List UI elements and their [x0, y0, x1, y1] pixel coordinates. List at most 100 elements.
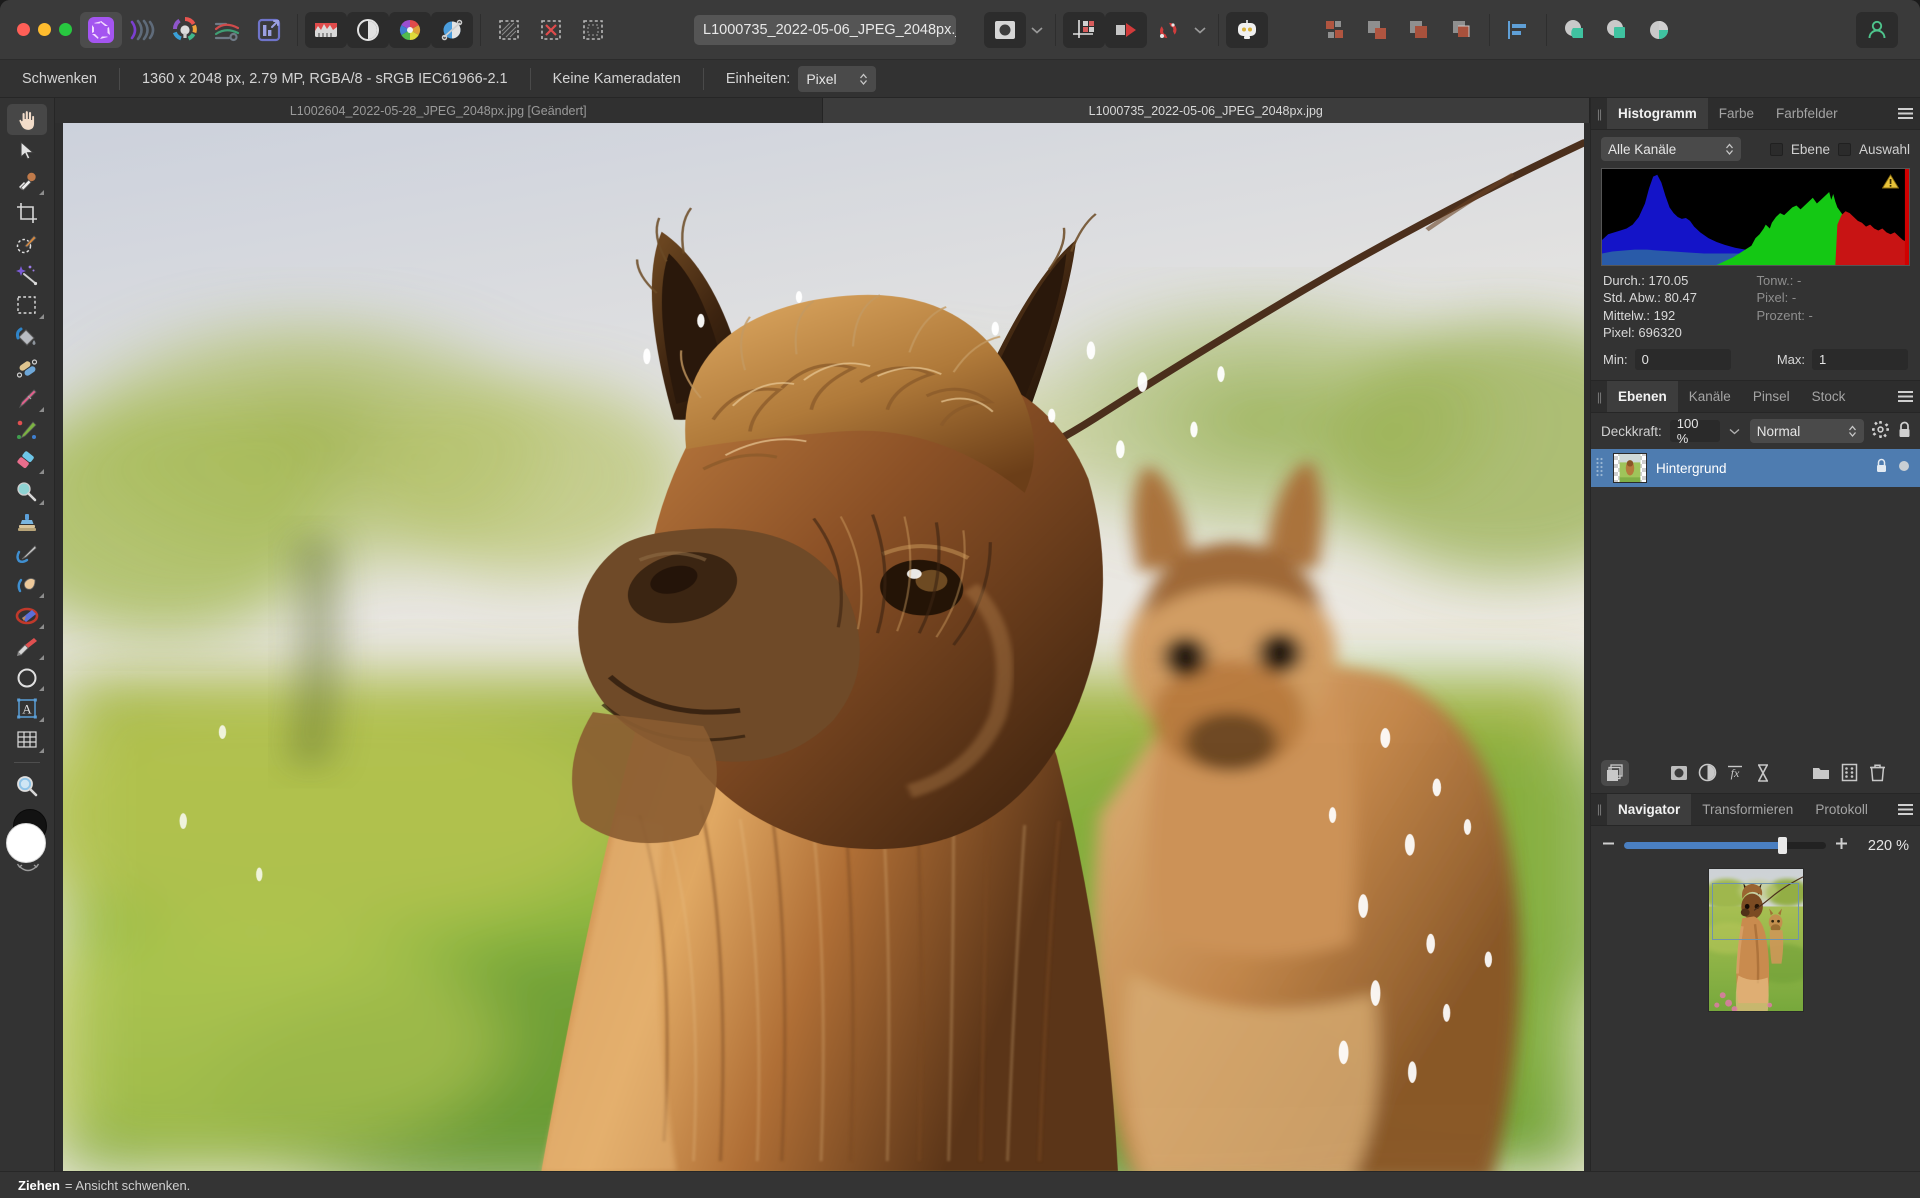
blur-tool[interactable] [7, 476, 47, 507]
clipping-warning-icon[interactable] [1882, 174, 1899, 189]
document-tab-2[interactable]: L1000735_2022-05-06_JPEG_2048px.jpg [822, 98, 1590, 123]
adjustment-icon[interactable] [347, 11, 389, 48]
pen-tool[interactable] [7, 631, 47, 662]
add-effects-icon[interactable]: fx [1721, 760, 1749, 786]
channel-select[interactable]: Alle Kanäle [1601, 137, 1741, 161]
foreground-color-swatch[interactable] [6, 823, 46, 863]
user-account-icon[interactable] [1856, 11, 1898, 48]
panel-grip-icon[interactable]: || [1591, 794, 1607, 825]
flood-fill-tool[interactable] [7, 321, 47, 352]
histogram-graph[interactable] [1601, 168, 1910, 266]
panel-grip-icon[interactable]: || [1591, 98, 1607, 129]
tab-stock[interactable]: Stock [1801, 381, 1857, 412]
text-frame-tool[interactable]: A [7, 693, 47, 724]
layers-list[interactable]: Hintergrund [1591, 449, 1920, 753]
tab-farbfelder[interactable]: Farbfelder [1765, 98, 1849, 129]
units-select[interactable]: Pixel [798, 65, 876, 92]
document-name-field[interactable]: L1000735_2022-05-06_JPEG_2048px.jpg (: [694, 14, 956, 45]
move-to-front-icon[interactable] [1105, 11, 1147, 48]
boolean-xor-icon[interactable] [1638, 12, 1680, 48]
zoom-tool[interactable] [7, 770, 47, 801]
min-input[interactable]: 0 [1634, 349, 1731, 371]
layer-visibility-dot-icon[interactable] [1897, 459, 1911, 478]
snapping-chevron-down-icon[interactable] [1189, 13, 1211, 47]
max-input[interactable]: 1 [1812, 349, 1908, 371]
tab-transformieren[interactable]: Transformieren [1691, 794, 1804, 825]
blend-mode-select[interactable]: Normal [1749, 419, 1864, 444]
boolean-subtract-icon[interactable] [1596, 12, 1638, 48]
layer-checkbox[interactable] [1769, 142, 1783, 156]
color-picker-tool[interactable] [7, 166, 47, 197]
magic-wand-tool[interactable] [7, 259, 47, 290]
tab-navigator[interactable]: Navigator [1607, 793, 1692, 825]
zoom-button[interactable] [59, 23, 72, 36]
color-wheel-icon[interactable] [389, 11, 431, 48]
boolean-union-icon[interactable] [1554, 12, 1596, 48]
gear-icon[interactable] [1872, 421, 1889, 441]
move-tool[interactable] [7, 135, 47, 166]
add-group-icon[interactable] [1807, 760, 1835, 786]
export-persona-icon[interactable] [248, 12, 290, 48]
add-adjustment-icon[interactable] [1693, 760, 1721, 786]
tab-farbe[interactable]: Farbe [1708, 98, 1765, 129]
tone-mapping-persona-icon[interactable] [206, 12, 248, 48]
navigator-thumbnail[interactable] [1707, 867, 1804, 1012]
marquee-tool[interactable] [7, 290, 47, 321]
gradient-tool[interactable] [7, 352, 47, 383]
geometry-subtract-icon[interactable] [1356, 12, 1398, 48]
invert-selection-icon[interactable] [572, 12, 614, 48]
canvas-viewport[interactable] [55, 123, 1590, 1171]
swap-colors-icon[interactable] [16, 863, 40, 875]
navigator-preview[interactable] [1591, 859, 1920, 1171]
color-swatches[interactable] [4, 809, 50, 872]
live-filter-icon[interactable] [431, 11, 473, 48]
dodge-burn-tool[interactable] [7, 569, 47, 600]
opacity-input[interactable]: 100 % [1669, 416, 1720, 446]
develop-persona-icon[interactable] [164, 12, 206, 48]
snapshot-icon[interactable] [984, 11, 1026, 48]
selection-checkbox[interactable] [1837, 142, 1851, 156]
add-pixel-layer-icon[interactable] [1835, 760, 1863, 786]
selection-brush-tool[interactable] [7, 228, 47, 259]
assistant-robot-icon[interactable] [1226, 11, 1268, 48]
clone-stamp-tool[interactable] [7, 507, 47, 538]
tab-kanaele[interactable]: Kanäle [1678, 381, 1742, 412]
zoom-slider[interactable] [1624, 835, 1826, 857]
color-replacement-tool[interactable] [7, 414, 47, 445]
hamburger-menu-icon[interactable] [1890, 381, 1920, 412]
hamburger-menu-icon[interactable] [1890, 98, 1920, 129]
document-tab-1[interactable]: L1002604_2022-05-28_JPEG_2048px.jpg [Geä… [55, 98, 823, 123]
photo-persona-icon[interactable] [80, 11, 122, 48]
tab-ebenen[interactable]: Ebenen [1607, 381, 1678, 413]
tab-histogramm[interactable]: Histogramm [1607, 98, 1708, 129]
delete-layer-icon[interactable] [1863, 760, 1891, 786]
lock-icon[interactable] [1897, 421, 1912, 441]
ellipse-tool[interactable] [7, 662, 47, 693]
opacity-chevron-down-icon[interactable] [1728, 428, 1742, 435]
close-button[interactable] [17, 23, 30, 36]
hamburger-menu-icon[interactable] [1890, 794, 1920, 825]
panel-grip-icon[interactable]: || [1591, 381, 1607, 412]
zoom-level-value[interactable]: 220 % [1857, 838, 1909, 854]
mesh-warp-tool[interactable] [7, 724, 47, 755]
pixel-alignment-icon[interactable] [1063, 11, 1105, 48]
zoom-slider-knob[interactable] [1777, 837, 1787, 855]
deselect-icon[interactable] [530, 12, 572, 48]
add-mask-icon[interactable] [1665, 760, 1693, 786]
layer-drag-handle[interactable] [1595, 456, 1604, 480]
minimize-button[interactable] [38, 23, 51, 36]
geometry-add-icon[interactable] [1314, 12, 1356, 48]
snapshot-chevron-down-icon[interactable] [1026, 13, 1048, 47]
table-row[interactable]: Hintergrund [1591, 449, 1920, 488]
smudge-tool[interactable] [7, 538, 47, 569]
align-left-icon[interactable] [1497, 12, 1539, 48]
crop-tool[interactable] [7, 197, 47, 228]
navigator-viewport-rect[interactable] [1712, 882, 1799, 940]
geometry-intersect-icon[interactable] [1398, 12, 1440, 48]
liquify-persona-icon[interactable] [122, 12, 164, 48]
plus-icon[interactable] [1835, 837, 1848, 855]
geometry-divide-icon[interactable] [1440, 12, 1482, 48]
tab-protokoll[interactable]: Protokoll [1804, 794, 1879, 825]
tab-pinsel[interactable]: Pinsel [1742, 381, 1801, 412]
histogram-icon[interactable] [305, 11, 347, 48]
